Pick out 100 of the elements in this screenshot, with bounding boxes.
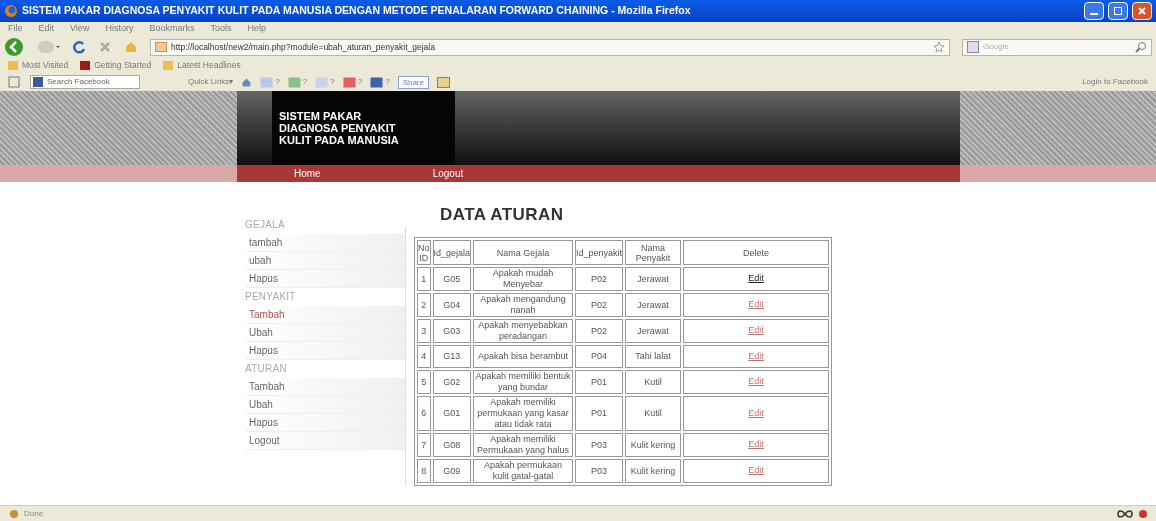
column-header: Nama Penyakit (625, 240, 682, 265)
edit-link[interactable]: Edit (748, 407, 764, 418)
sidebar-item[interactable]: Hapus (245, 414, 405, 432)
sidebar-item[interactable]: tambah (245, 234, 405, 252)
edit-link[interactable]: Edit (748, 439, 764, 450)
edit-link[interactable]: Edit (748, 465, 764, 476)
menu-item[interactable]: History (105, 22, 134, 36)
facebook-icon (33, 77, 43, 87)
table-cell: Apakah memiliki bentuk yang bundar (473, 370, 574, 394)
edit-link[interactable]: Edit (748, 299, 764, 310)
google-icon (967, 41, 979, 53)
table-cell: 5 (417, 370, 431, 394)
column-header: Delete (683, 240, 829, 265)
sidebar-item[interactable]: Hapus (245, 270, 405, 288)
home-icon[interactable] (124, 40, 138, 54)
menu-item[interactable]: Tools (210, 22, 232, 36)
search-placeholder: Google (983, 41, 1010, 53)
table-cell: G08 (432, 433, 472, 457)
stop-icon[interactable] (98, 40, 112, 54)
table-cell: Jerawat (625, 267, 682, 291)
logo-text: DIAGNOSA PENYAKIT (279, 122, 397, 134)
table-cell: G04 (432, 293, 472, 317)
table-cell: Jerawat (625, 293, 682, 317)
menu-item[interactable]: File (8, 22, 23, 36)
edit-link[interactable]: Edit (748, 376, 764, 387)
sidebar-item[interactable]: ubah (245, 252, 405, 270)
sidebar-item[interactable]: Ubah (245, 324, 405, 342)
column-header: Id_gejala (432, 240, 472, 265)
table-cell: P02 (575, 267, 624, 291)
table-cell: Kulit kering (625, 459, 682, 483)
bookmark-link[interactable]: Latest Headlines (177, 59, 241, 72)
status-icon (8, 508, 20, 519)
table-cell: P03 (575, 433, 624, 457)
table-cell: 7 (417, 433, 431, 457)
toolbar-icon[interactable] (342, 76, 356, 88)
table-cell: G03 (432, 319, 472, 343)
reload-icon[interactable] (72, 40, 86, 54)
table-cell: G13 (432, 345, 472, 368)
table-cell: P02 (575, 293, 624, 317)
table-cell: 3 (417, 319, 431, 343)
logo-text: SISTEM PAKAR (279, 110, 363, 122)
close-button[interactable] (1132, 2, 1152, 20)
table-cell: P02 (575, 319, 624, 343)
quick-links-menu[interactable]: Quick Links▾ (188, 76, 234, 88)
login-link[interactable]: Login to Facebook (1082, 76, 1148, 88)
page-icon (155, 42, 167, 52)
toolbar-menu-icon[interactable] (8, 76, 22, 88)
sidebar-item[interactable]: Logout (245, 432, 405, 450)
sidebar-item[interactable]: Hapus (245, 342, 405, 360)
table-cell: G01 (432, 396, 472, 431)
facebook-search-field[interactable]: Search Facebook (30, 75, 140, 89)
table-cell: Kutil (625, 370, 682, 394)
back-icon[interactable] (4, 37, 26, 57)
maximize-button[interactable] (1108, 2, 1128, 20)
notification-count: ? (275, 76, 280, 88)
table-cell: Kulit kering (625, 433, 682, 457)
toolbar-icon[interactable] (370, 76, 384, 88)
logo-text: KULIT PADA MANUSIA (279, 134, 400, 146)
sidebar-item[interactable]: Tambah (245, 378, 405, 396)
bookmark-link[interactable]: Most Visited (22, 59, 69, 72)
table-cell: Apakah permukaan kulit gatal-gatal (473, 459, 574, 483)
bookmark-link[interactable]: Getting Started (94, 59, 152, 72)
status-icon (1138, 508, 1148, 519)
sidebar-item[interactable]: Tambah (245, 306, 405, 324)
search-icon[interactable] (1135, 41, 1147, 53)
sidebar-item[interactable]: Ubah (245, 396, 405, 414)
address-field[interactable]: http://localhost/new2/main.php?module=ubah_aturan_penyakit_gejala (150, 38, 950, 56)
bookmark-icon (163, 61, 174, 70)
table-cell: G02 (432, 370, 472, 394)
table-cell: 6 (417, 396, 431, 431)
nav-link[interactable]: Home (294, 166, 321, 181)
column-header: No ID (417, 240, 431, 265)
star-icon[interactable] (933, 41, 945, 53)
notification-count: ? (385, 76, 390, 88)
menu-item[interactable]: Bookmarks (149, 22, 195, 36)
share-button[interactable]: Share (397, 75, 429, 89)
edit-link[interactable]: Edit (748, 325, 764, 336)
home-icon[interactable] (241, 76, 253, 88)
bookmark-icon (8, 61, 18, 70)
browser-logo-icon (4, 4, 18, 18)
notification-count: ? (302, 76, 308, 88)
nav-link[interactable]: Logout (432, 166, 464, 181)
table-cell: Apakah memiliki Permukaan yang halus (473, 433, 574, 457)
edit-link[interactable]: Edit (748, 350, 764, 361)
menu-item[interactable]: Edit (38, 22, 55, 36)
menu-item[interactable]: Help (247, 22, 266, 36)
column-header: Nama Gejala (473, 240, 574, 265)
close-icon (1137, 6, 1147, 16)
edit-link[interactable]: Edit (748, 273, 764, 284)
sidebar-heading: PENYAKIT (245, 290, 297, 304)
minimize-button[interactable] (1084, 2, 1104, 20)
table-cell: 8 (417, 459, 431, 483)
toolbar-icon[interactable] (437, 76, 450, 88)
column-header: Id_penyakit (575, 240, 624, 265)
search-field[interactable]: Google (962, 38, 1152, 56)
menu-item[interactable]: View (70, 22, 90, 36)
table-cell: 1 (417, 267, 431, 291)
table-cell: P04 (575, 345, 624, 368)
status-text: Done (24, 507, 45, 520)
table-cell: Jerawat (625, 319, 682, 343)
